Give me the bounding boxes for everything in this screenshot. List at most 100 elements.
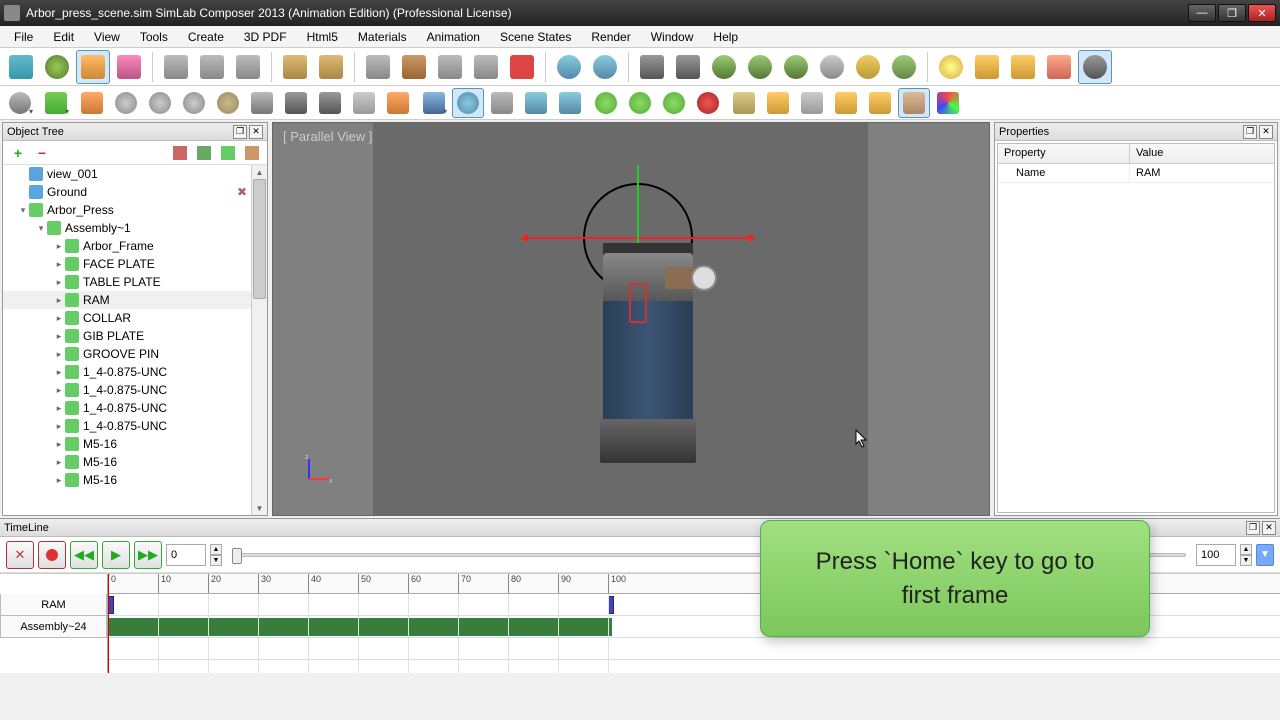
tree-item[interactable]: ▸GROOVE PIN xyxy=(3,345,267,363)
menu-view[interactable]: View xyxy=(84,28,130,46)
tool-effect[interactable] xyxy=(1042,50,1076,84)
node-extra-icon[interactable]: ✖ xyxy=(237,185,247,199)
tree-item[interactable]: ▸GIB PLATE xyxy=(3,327,267,345)
menu-window[interactable]: Window xyxy=(641,28,704,46)
tree-scrollbar[interactable]: ▲ ▼ xyxy=(251,165,267,515)
tool-snap[interactable] xyxy=(159,50,193,84)
tool-export-1[interactable] xyxy=(728,88,760,118)
tree-item[interactable]: ▸1_4-0.875-UNC xyxy=(3,381,267,399)
tool-env-3[interactable] xyxy=(779,50,813,84)
spinner-down-icon[interactable]: ▼ xyxy=(1240,555,1252,566)
tool-align[interactable] xyxy=(278,50,312,84)
tree-add-icon[interactable]: + xyxy=(9,144,27,162)
tree-filter-2-icon[interactable] xyxy=(195,144,213,162)
menu-animation[interactable]: Animation xyxy=(417,28,490,46)
timeline-play-button[interactable]: ▶ xyxy=(102,541,130,569)
tool-ground[interactable] xyxy=(314,50,348,84)
tree-body[interactable]: view_001Ground✖▾Arbor_Press▾Assembly~1▸A… xyxy=(3,165,267,515)
tool-export-4[interactable] xyxy=(830,88,862,118)
tool-play-back[interactable] xyxy=(590,88,622,118)
menu-render[interactable]: Render xyxy=(581,28,640,46)
tree-item[interactable]: ▾Arbor_Press xyxy=(3,201,267,219)
expander-icon[interactable]: ▸ xyxy=(53,457,65,468)
tool-rotate-scene[interactable] xyxy=(40,50,74,84)
close-button[interactable]: ✕ xyxy=(1248,4,1276,22)
tool-env-2[interactable] xyxy=(743,50,777,84)
expander-icon[interactable]: ▸ xyxy=(53,403,65,414)
tree-item[interactable]: ▸1_4-0.875-UNC xyxy=(3,417,267,435)
tool-material-2[interactable] xyxy=(1006,50,1040,84)
prop-col-property[interactable]: Property xyxy=(998,144,1130,163)
property-row[interactable]: Name RAM xyxy=(998,164,1274,183)
tree-item[interactable]: ▸M5-16 xyxy=(3,471,267,489)
expander-icon[interactable]: ▸ xyxy=(53,475,65,486)
panel-dock-icon[interactable]: ❐ xyxy=(1243,125,1257,139)
tool-camera-add[interactable] xyxy=(280,88,312,118)
menu-help[interactable]: Help xyxy=(703,28,748,46)
tool-hide[interactable] xyxy=(361,50,395,84)
menu-html5[interactable]: Html5 xyxy=(297,28,348,46)
spinner-up-icon[interactable]: ▲ xyxy=(1240,544,1252,555)
menu-edit[interactable]: Edit xyxy=(43,28,84,46)
animation-clip[interactable] xyxy=(108,618,612,636)
tool-show[interactable] xyxy=(397,50,431,84)
tool-snap-vertex[interactable] xyxy=(231,50,265,84)
tool-play-fwd[interactable] xyxy=(658,88,690,118)
panel-close-icon[interactable]: ✕ xyxy=(249,125,263,139)
playhead[interactable] xyxy=(108,574,109,673)
tree-filter-3-icon[interactable] xyxy=(219,144,237,162)
tool-env-4[interactable] xyxy=(815,50,849,84)
expander-icon[interactable]: ▾ xyxy=(17,205,29,216)
scroll-down-icon[interactable]: ▼ xyxy=(252,501,267,515)
prop-col-value[interactable]: Value xyxy=(1130,144,1169,163)
tree-item[interactable]: ▸1_4-0.875-UNC xyxy=(3,399,267,417)
tree-item[interactable]: Ground✖ xyxy=(3,183,267,201)
tool-isolate[interactable] xyxy=(433,50,467,84)
tool-select[interactable] xyxy=(4,50,38,84)
tool-cursor-mode[interactable] xyxy=(4,88,36,118)
expander-icon[interactable]: ▾ xyxy=(35,223,47,234)
tool-camera-2[interactable] xyxy=(671,50,705,84)
tool-move[interactable] xyxy=(76,50,110,84)
timeline-mode-button[interactable]: ▼ xyxy=(1256,544,1274,566)
tool-export-5[interactable] xyxy=(864,88,896,118)
timeline-end-frame-input[interactable] xyxy=(1196,544,1236,566)
timeline-slider-thumb[interactable] xyxy=(232,548,242,564)
expander-icon[interactable]: ▸ xyxy=(53,439,65,450)
tool-snapshot[interactable] xyxy=(314,88,346,118)
tool-group[interactable] xyxy=(469,50,503,84)
tool-env-5[interactable] xyxy=(851,50,885,84)
menu-scenestates[interactable]: Scene States xyxy=(490,28,581,46)
expander-icon[interactable]: ▸ xyxy=(53,295,65,306)
panel-dock-icon[interactable]: ❐ xyxy=(233,125,247,139)
menu-file[interactable]: File xyxy=(4,28,43,46)
tool-plane[interactable] xyxy=(348,88,380,118)
track-name[interactable]: Assembly~24 xyxy=(0,616,107,638)
tool-export-2[interactable] xyxy=(762,88,794,118)
tool-delete[interactable] xyxy=(505,50,539,84)
tool-render[interactable] xyxy=(1078,50,1112,84)
tool-camera[interactable] xyxy=(635,50,669,84)
panel-dock-icon[interactable]: ❐ xyxy=(1246,521,1260,535)
expander-icon[interactable]: ▸ xyxy=(53,421,65,432)
scroll-thumb[interactable] xyxy=(253,179,266,299)
spinner-down-icon[interactable]: ▼ xyxy=(210,555,222,566)
menu-tools[interactable]: Tools xyxy=(130,28,178,46)
expander-icon[interactable]: ▸ xyxy=(53,331,65,342)
panel-close-icon[interactable]: ✕ xyxy=(1262,521,1276,535)
timeline-track[interactable] xyxy=(108,638,1280,660)
tool-redo[interactable] xyxy=(588,50,622,84)
tool-nav-pan[interactable] xyxy=(486,88,518,118)
timeline-delete-button[interactable]: ✕ xyxy=(6,541,34,569)
menu-materials[interactable]: Materials xyxy=(348,28,417,46)
tree-item[interactable]: ▸TABLE PLATE xyxy=(3,273,267,291)
scroll-up-icon[interactable]: ▲ xyxy=(252,165,267,179)
tool-record[interactable] xyxy=(692,88,724,118)
expander-icon[interactable]: ▸ xyxy=(53,385,65,396)
tool-primitive[interactable] xyxy=(40,88,72,118)
tool-nav-fit[interactable] xyxy=(554,88,586,118)
tree-item[interactable]: ▾Assembly~1 xyxy=(3,219,267,237)
tree-item[interactable]: ▸M5-16 xyxy=(3,435,267,453)
spinner-up-icon[interactable]: ▲ xyxy=(210,544,222,555)
menu-3dpdf[interactable]: 3D PDF xyxy=(234,28,297,46)
